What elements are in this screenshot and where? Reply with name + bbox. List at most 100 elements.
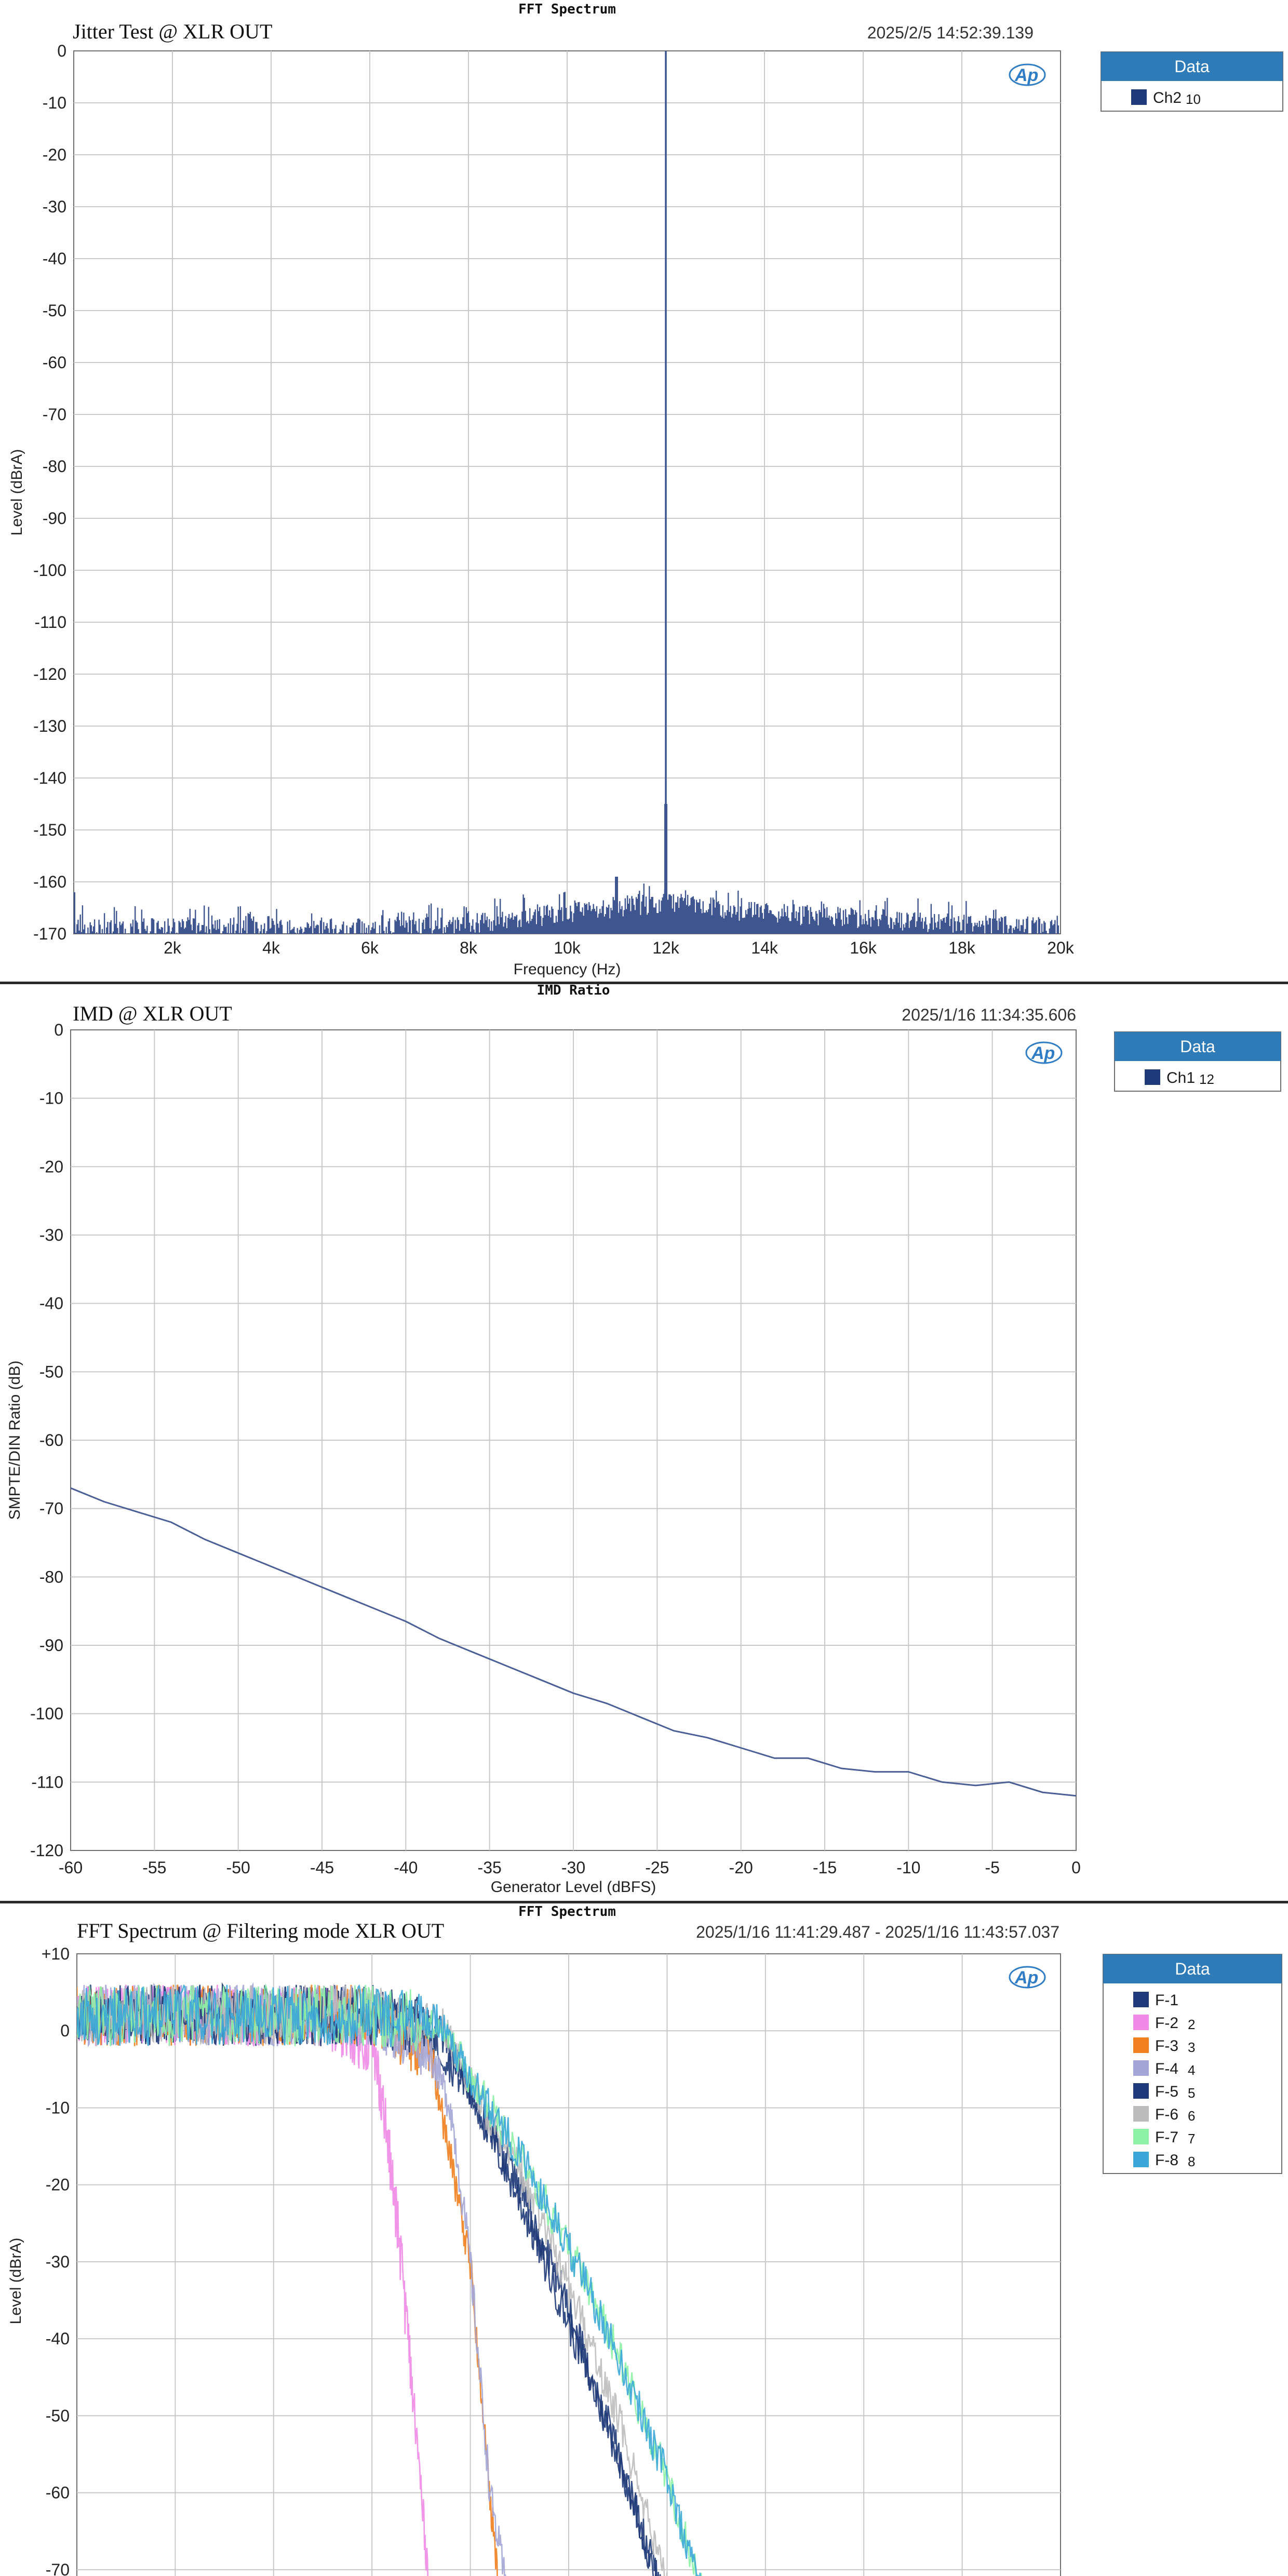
x-tick-label: -50 <box>226 1858 250 1877</box>
chart-timestamp: 2025/1/16 11:34:35.606 <box>902 1005 1076 1024</box>
ap-logo-text: Ap <box>1031 1043 1055 1063</box>
legend-swatch <box>1133 2129 1149 2144</box>
x-tick-label: 10k <box>554 938 581 957</box>
legend-header: Data <box>1174 57 1210 76</box>
y-tick-label: -110 <box>31 1773 63 1791</box>
x-tick-label: -40 <box>394 1858 418 1877</box>
chart-title: FFT Spectrum @ Filtering mode XLR OUT <box>77 1919 444 1942</box>
y-tick-label: -150 <box>33 821 66 839</box>
y-tick-label: -120 <box>30 1841 63 1860</box>
y-tick-label: -100 <box>33 561 66 580</box>
y-tick-label: -40 <box>46 2329 70 2348</box>
ap-logo-text: Ap <box>1014 1968 1038 1988</box>
y-tick-label: -70 <box>43 405 66 424</box>
legend-entry-number: 10 <box>1186 91 1201 107</box>
legend-entry-number: 7 <box>1188 2131 1195 2146</box>
y-tick-label: -130 <box>33 717 66 735</box>
x-tick-label: -5 <box>985 1858 999 1877</box>
y-tick-label: 0 <box>54 1021 63 1039</box>
x-tick-label: -55 <box>142 1858 166 1877</box>
legend-entry-name: F-4 <box>1155 2060 1178 2077</box>
x-tick-label: 2k <box>164 938 182 957</box>
legend-entry-name: F-2 <box>1155 2015 1178 2032</box>
legend-entry-name: F-1 <box>1155 1992 1178 2009</box>
legend-entry-number: 12 <box>1199 1071 1214 1087</box>
legend-entry-number: 3 <box>1188 2040 1195 2055</box>
y-tick-label: -30 <box>43 197 66 216</box>
legend-header: Data <box>1180 1037 1215 1056</box>
y-tick-label: -20 <box>46 2176 70 2194</box>
legend-swatch <box>1133 1992 1149 2007</box>
legend-entry-number: 5 <box>1188 2085 1195 2101</box>
legend-entry-name: F-5 <box>1155 2083 1178 2100</box>
chart-timestamp: 2025/2/5 14:52:39.139 <box>867 23 1034 42</box>
legend: Data Ch2 10 <box>1101 51 1283 112</box>
x-tick-label: -15 <box>813 1858 837 1877</box>
y-tick-label: -20 <box>39 1157 63 1176</box>
legend-entry-name: F-7 <box>1155 2129 1178 2146</box>
chart-panel-imd: IMD Ratio IMD @ XLR OUT 2025/1/16 11:34:35… <box>0 984 1288 1901</box>
y-tick-label: -90 <box>39 1636 63 1655</box>
y-tick-label: -140 <box>33 769 66 787</box>
y-tick-label: -120 <box>33 665 66 683</box>
x-tick-label: 6k <box>361 938 379 957</box>
x-tick-label: -30 <box>561 1858 585 1877</box>
filter-fft-chart: FFT Spectrum FFT Spectrum @ Filtering mod… <box>7 1904 1282 2576</box>
y-tick-label: -80 <box>43 457 66 476</box>
y-tick-label: -70 <box>39 1499 63 1518</box>
x-tick-label: -35 <box>478 1858 502 1877</box>
legend-entry-name: F-8 <box>1155 2152 1178 2169</box>
y-tick-label: -80 <box>39 1567 63 1586</box>
chart-suptitle: FFT Spectrum <box>518 2 616 17</box>
x-tick-label: -45 <box>310 1858 334 1877</box>
legend-entry-name: F-3 <box>1155 2037 1178 2055</box>
y-tick-label: 0 <box>57 42 66 60</box>
legend: Data F-1 F-2 2 F-3 3 F-4 4 F-5 5 F-6 6 F-7 7 F-8 8 <box>1103 1954 1282 2174</box>
x-tick-label: 14k <box>751 938 779 957</box>
chart-timestamp: 2025/1/16 11:41:29.487 - 2025/1/16 11:43… <box>696 1923 1059 1941</box>
x-axis-label: Frequency (Hz) <box>514 961 621 978</box>
y-tick-label: -30 <box>39 1226 63 1244</box>
y-axis-label: SMPTE/DIN Ratio (dB) <box>6 1361 23 1520</box>
chart-panel-filter: FFT Spectrum FFT Spectrum @ Filtering mod… <box>0 1903 1288 2576</box>
y-tick-label: -70 <box>46 2560 70 2576</box>
x-tick-label: 0 <box>1071 1858 1081 1877</box>
y-tick-label: -170 <box>33 924 66 943</box>
y-tick-label: -30 <box>46 2252 70 2271</box>
y-tick-label: -60 <box>46 2484 70 2502</box>
y-axis-label: Level (dBrA) <box>7 2238 24 2325</box>
x-tick-label: -10 <box>896 1858 920 1877</box>
x-tick-label: -60 <box>59 1858 83 1877</box>
x-tick-label: -20 <box>729 1858 753 1877</box>
y-axis-label: Level (dBrA) <box>8 449 25 536</box>
y-tick-label: -50 <box>39 1362 63 1381</box>
y-tick-label: -10 <box>43 93 66 112</box>
x-axis-label: Generator Level (dBFS) <box>491 1879 656 1896</box>
legend-swatch <box>1145 1069 1160 1085</box>
legend-entry-number: 8 <box>1188 2154 1195 2169</box>
x-tick-label: -25 <box>645 1858 669 1877</box>
legend-entry-name: Ch2 <box>1153 89 1182 106</box>
y-tick-label: -40 <box>43 249 66 268</box>
legend-swatch <box>1131 89 1147 105</box>
y-tick-label: -90 <box>43 509 66 528</box>
y-tick-label: -160 <box>33 873 66 891</box>
y-tick-label: 0 <box>60 2021 70 2040</box>
legend-swatch <box>1133 2060 1149 2076</box>
jitter-fft-chart: FFT Spectrum Jitter Test @ XLR OUT 2025/2/… <box>8 2 1283 978</box>
chart-title: Jitter Test @ XLR OUT <box>73 20 272 43</box>
chart-suptitle: FFT Spectrum <box>518 1904 616 1920</box>
legend-swatch <box>1133 2083 1149 2099</box>
chart-panel-jitter: FFT Spectrum Jitter Test @ XLR OUT 2025/2/… <box>0 0 1288 982</box>
x-tick-label: 8k <box>460 938 478 957</box>
chart-title: IMD @ XLR OUT <box>73 1002 232 1025</box>
x-tick-label: 18k <box>948 938 976 957</box>
y-tick-label: -60 <box>39 1431 63 1450</box>
x-tick-label: 20k <box>1047 938 1075 957</box>
x-tick-label: 12k <box>652 938 680 957</box>
legend-swatch <box>1133 2037 1149 2053</box>
legend-entry-number: 2 <box>1188 2017 1195 2032</box>
y-tick-label: -50 <box>46 2406 70 2425</box>
y-tick-label: -50 <box>43 301 66 320</box>
legend-header: Data <box>1175 1960 1210 1978</box>
